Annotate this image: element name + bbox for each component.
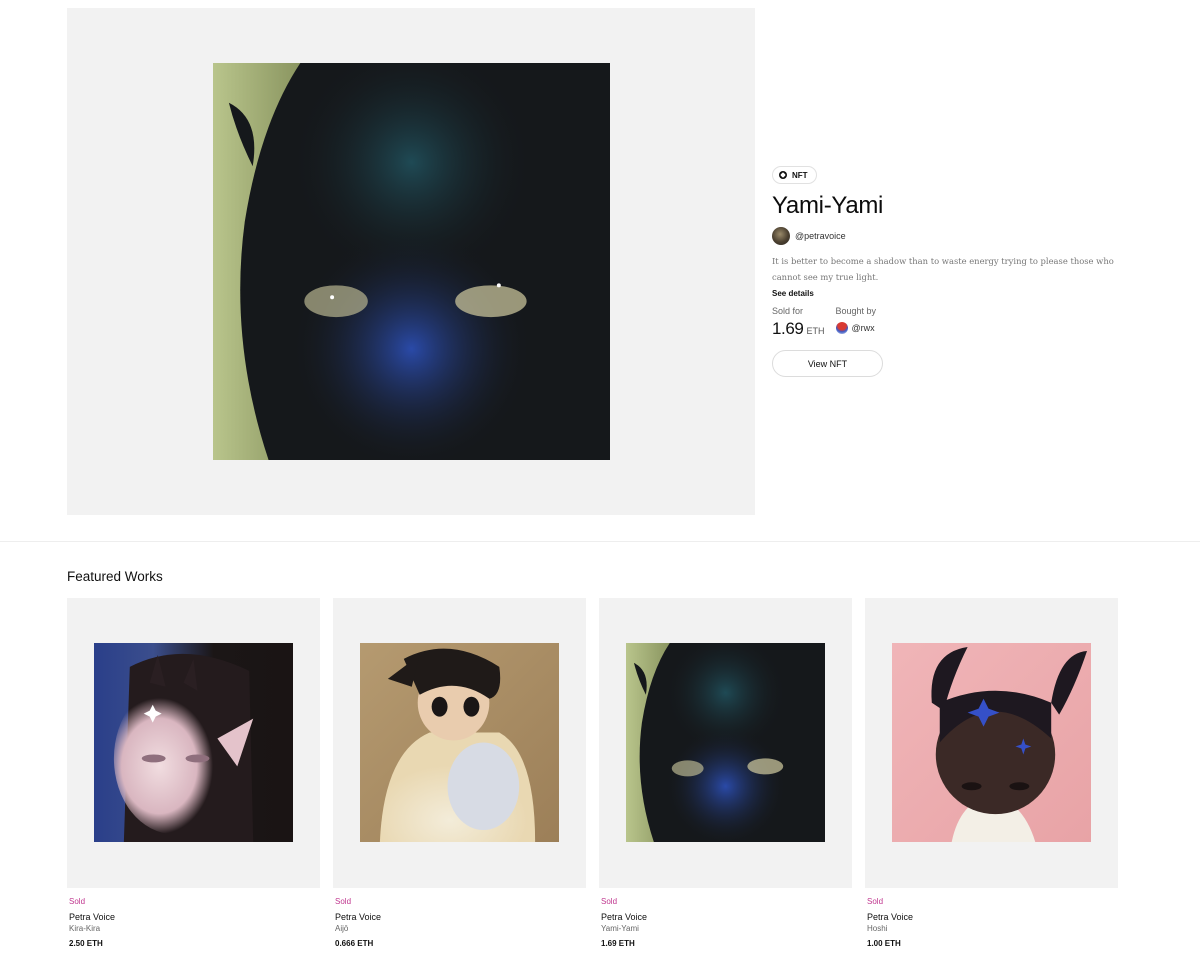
featured-card-image[interactable] (360, 643, 559, 842)
bought-by-label: Bought by (835, 306, 877, 316)
bought-by-block: Bought by @rwx (835, 306, 877, 339)
card-artwork-title[interactable]: Yami-Yami (601, 924, 852, 933)
price-unit: ETH (806, 326, 825, 336)
buyer-avatar[interactable] (835, 322, 848, 334)
featured-card-media[interactable] (333, 598, 586, 888)
sold-status: Sold (335, 897, 352, 906)
sale-price: 1.69 ETH (772, 319, 825, 339)
featured-card-media[interactable] (865, 598, 1118, 888)
card-price: 1.00 ETH (867, 939, 901, 948)
sold-status: Sold (867, 897, 884, 906)
featured-card[interactable]: Sold Petra Voice Yami-Yami 1.69 ETH (599, 598, 852, 948)
featured-card-meta: Sold Petra Voice Hoshi 1.00 ETH (865, 897, 1118, 948)
card-artwork-title[interactable]: Aijō (335, 924, 586, 933)
featured-card-image[interactable] (626, 643, 825, 842)
card-artwork-title[interactable]: Kira-Kira (69, 924, 320, 933)
card-artist-name[interactable]: Petra Voice (867, 912, 1118, 922)
featured-card-media[interactable] (599, 598, 852, 888)
card-price: 2.50 ETH (69, 939, 103, 948)
nft-badge-label: NFT (792, 170, 808, 180)
artist-link[interactable]: @petravoice (772, 227, 1172, 245)
price-value: 1.69 (772, 319, 804, 338)
featured-card[interactable]: Sold Petra Voice Kira-Kira 2.50 ETH (67, 598, 320, 948)
featured-works-heading: Featured Works (67, 569, 163, 584)
featured-card[interactable]: Sold Petra Voice Aijō 0.666 ETH (333, 598, 586, 948)
artist-avatar[interactable] (772, 227, 790, 245)
card-price: 1.69 ETH (601, 939, 635, 948)
see-details-link[interactable]: See details (772, 289, 1172, 298)
card-price: 0.666 ETH (335, 939, 374, 948)
card-artist-name[interactable]: Petra Voice (335, 912, 586, 922)
sold-for-label: Sold for (772, 306, 804, 316)
featured-card[interactable]: Sold Petra Voice Hoshi 1.00 ETH (865, 598, 1118, 948)
featured-card-image[interactable] (892, 643, 1091, 842)
featured-card-image[interactable] (94, 643, 293, 842)
featured-card-meta: Sold Petra Voice Kira-Kira 2.50 ETH (67, 897, 320, 948)
sold-for-block: Sold for 1.69 ETH (772, 306, 825, 339)
card-artist-name[interactable]: Petra Voice (69, 912, 320, 922)
hero-artwork-image[interactable] (213, 63, 610, 460)
buyer-handle[interactable]: @rwx (852, 323, 875, 333)
section-divider (0, 541, 1200, 542)
featured-card-media[interactable] (67, 598, 320, 888)
artwork-description: It is better to become a shadow than to … (772, 256, 1114, 282)
card-artist-name[interactable]: Petra Voice (601, 912, 852, 922)
sale-stats: Sold for 1.69 ETH Bought by @rwx (772, 306, 1172, 339)
artwork-title: Yami-Yami (772, 192, 884, 219)
nft-badge: NFT (772, 166, 817, 184)
sold-status: Sold (69, 897, 86, 906)
buyer-link[interactable]: @rwx (835, 322, 877, 334)
sold-status: Sold (601, 897, 618, 906)
nft-badge-icon (779, 171, 787, 179)
featured-card-meta: Sold Petra Voice Aijō 0.666 ETH (333, 897, 586, 948)
card-artwork-title[interactable]: Hoshi (867, 924, 1118, 933)
nft-details-panel: NFT Yami-Yami @petravoice It is better t… (772, 166, 1172, 377)
hero-artwork-panel (67, 8, 755, 515)
artist-handle[interactable]: @petravoice (795, 231, 846, 241)
view-nft-button[interactable]: View NFT (772, 350, 883, 377)
featured-card-meta: Sold Petra Voice Yami-Yami 1.69 ETH (599, 897, 852, 948)
featured-works-grid: Sold Petra Voice Kira-Kira 2.50 ETH Sold… (67, 598, 1118, 948)
